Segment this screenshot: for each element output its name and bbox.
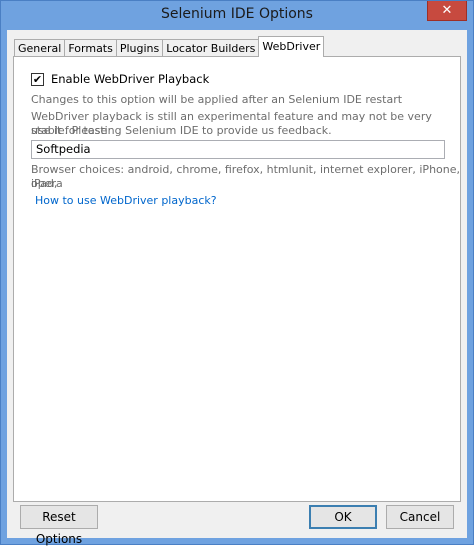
webdriver-help-link[interactable]: How to use WebDriver playback? [35, 194, 217, 207]
enable-webdriver-checkbox[interactable]: ✔ [31, 72, 44, 86]
experimental-note-line-2: use it for testing Selenium IDE to provi… [31, 124, 332, 137]
browser-choices-line-2: opera [31, 177, 63, 190]
tab-locator-builders[interactable]: Locator Builders [162, 39, 260, 57]
reset-options-button[interactable]: Reset Options [20, 505, 98, 546]
window-title: Selenium IDE Options [161, 6, 313, 22]
restart-note: Changes to this option will be applied a… [31, 93, 403, 106]
title-bar[interactable]: Selenium IDE Options ✕ [1, 1, 473, 30]
cancel-button[interactable]: Cancel [386, 505, 454, 529]
tab-strip: General Formats Plugins Locator Builders… [14, 36, 325, 57]
dialog-client-area: General Formats Plugins Locator Builders… [7, 30, 467, 546]
tab-general[interactable]: General [14, 39, 66, 57]
webdriver-panel: ✔ Enable WebDriver Playback Changes to t… [13, 56, 461, 502]
options-window: Selenium IDE Options ✕ General Formats P… [0, 0, 474, 546]
tab-formats[interactable]: Formats [64, 39, 117, 57]
browser-choices-line-1: Browser choices: android, chrome, firefo… [31, 163, 461, 190]
close-icon[interactable]: ✕ [427, 1, 467, 21]
tab-plugins[interactable]: Plugins [115, 39, 164, 57]
browser-input[interactable]: Softpedia [31, 140, 445, 159]
ok-button[interactable]: OK [309, 505, 377, 529]
enable-webdriver-row[interactable]: ✔ Enable WebDriver Playback [31, 72, 209, 86]
enable-webdriver-label[interactable]: Enable WebDriver Playback [51, 72, 209, 86]
tab-webdriver[interactable]: WebDriver [258, 36, 325, 57]
